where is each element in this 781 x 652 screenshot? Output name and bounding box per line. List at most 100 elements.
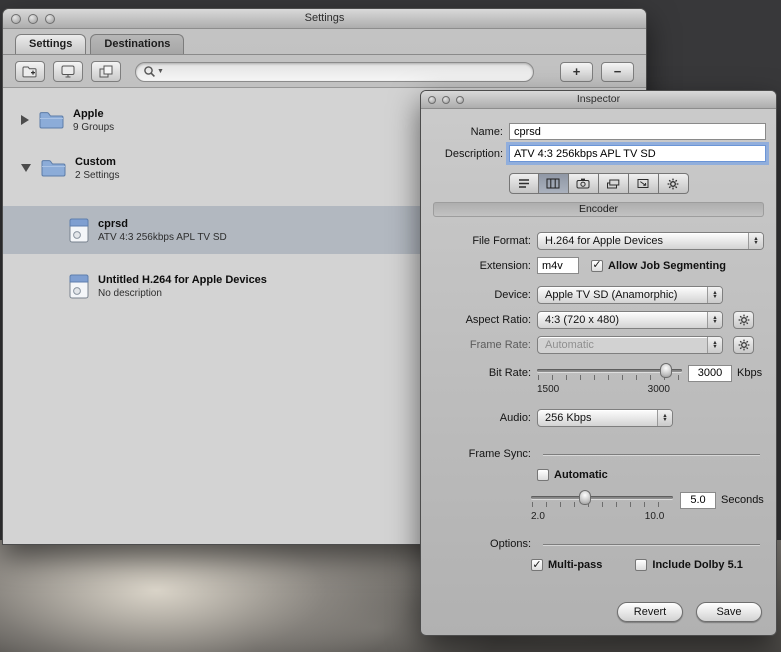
pane-actions-button[interactable]	[659, 173, 689, 194]
tab-settings[interactable]: Settings	[15, 34, 86, 54]
pane-frame-controls-button[interactable]	[569, 173, 599, 194]
popup-arrows-icon: ▲▼	[657, 410, 672, 426]
inspector-titlebar[interactable]: Inspector	[421, 91, 776, 109]
frame-sync-auto-label: Automatic	[554, 469, 608, 481]
extension-label: Extension:	[431, 260, 531, 272]
apply-setting-button[interactable]	[53, 61, 83, 82]
description-label: Description:	[431, 148, 503, 160]
inspector-content: Name: Description:	[421, 109, 776, 635]
description-field[interactable]	[509, 145, 766, 162]
folder-icon	[41, 159, 66, 177]
popup-arrows-icon: ▲▼	[748, 233, 763, 249]
bit-rate-label: Bit Rate:	[431, 367, 531, 379]
disclosure-open-icon[interactable]	[21, 164, 31, 172]
pane-filters-button[interactable]	[599, 173, 629, 194]
job-segmenting-checkbox[interactable]	[591, 260, 603, 272]
bit-rate-slider-thumb[interactable]	[660, 363, 672, 378]
summary-icon	[517, 178, 531, 189]
pane-geometry-button[interactable]	[629, 173, 659, 194]
aspect-ratio-gear-button[interactable]	[733, 311, 754, 329]
frame-sync-slider-thumb[interactable]	[579, 490, 591, 505]
new-group-button[interactable]	[15, 61, 45, 82]
settings-toolbar: ▼ + −	[3, 55, 646, 89]
file-format-label: File Format:	[431, 235, 531, 247]
settings-tabbar: Settings Destinations	[3, 29, 646, 55]
save-button[interactable]: Save	[696, 602, 762, 622]
frame-sync-field[interactable]	[680, 492, 716, 509]
divider	[543, 454, 760, 455]
search-icon	[143, 65, 156, 78]
device-popup[interactable]: Apple TV SD (Anamorphic) ▲▼	[537, 286, 723, 304]
settings-titlebar[interactable]: Settings	[3, 9, 646, 29]
slider-ticks	[532, 502, 672, 507]
device-label: Device:	[431, 289, 531, 301]
file-format-popup[interactable]: H.264 for Apple Devices ▲▼	[537, 232, 764, 250]
pane-selector	[509, 173, 689, 194]
camera-icon	[576, 178, 590, 189]
extension-field[interactable]	[537, 257, 579, 274]
job-segmenting-label: Allow Job Segmenting	[608, 260, 726, 272]
settings-window-title: Settings	[3, 12, 646, 24]
desktop: Settings Settings Destinations ▼ + −	[0, 0, 781, 652]
disclosure-closed-icon[interactable]	[21, 115, 29, 125]
revert-button[interactable]: Revert	[617, 602, 683, 622]
audio-row: Audio: 256 Kbps ▲▼	[431, 409, 766, 427]
frame-sync-scale: 2.0 10.0	[531, 511, 673, 523]
frame-sync-label: Frame Sync:	[431, 448, 531, 460]
remove-setting-button[interactable]: −	[601, 62, 634, 82]
search-input[interactable]	[168, 66, 523, 78]
bit-rate-field[interactable]	[688, 365, 732, 382]
frame-sync-slider[interactable]	[531, 490, 673, 510]
duplicate-button[interactable]	[91, 61, 121, 82]
gear-icon	[738, 339, 750, 351]
gear-icon	[667, 178, 679, 190]
frame-sync-slider-row: Seconds	[531, 490, 766, 510]
frame-rate-row: Frame Rate: Automatic ▲▼	[431, 336, 766, 354]
setting-detail: No description	[98, 288, 267, 299]
aspect-ratio-popup[interactable]: 4:3 (720 x 480) ▲▼	[537, 311, 723, 329]
bit-rate-slider[interactable]	[537, 363, 682, 383]
search-scope-arrow-icon[interactable]: ▼	[157, 68, 164, 75]
pane-summary-button[interactable]	[509, 173, 539, 194]
group-name: Custom	[75, 156, 119, 168]
name-row: Name:	[431, 123, 766, 140]
multi-pass-checkbox[interactable]	[531, 559, 543, 571]
gear-icon	[738, 314, 750, 326]
new-group-folder-icon	[22, 65, 38, 78]
extension-row: Extension: Allow Job Segmenting	[431, 257, 766, 274]
name-field[interactable]	[509, 123, 766, 140]
bit-rate-row: Bit Rate: Kbps	[431, 363, 766, 383]
frame-sync-auto-row: Automatic	[537, 469, 766, 481]
file-format-row: File Format: H.264 for Apple Devices ▲▼	[431, 232, 766, 250]
group-detail: 9 Groups	[73, 122, 114, 133]
slider-track	[531, 496, 673, 499]
audio-popup[interactable]: 256 Kbps ▲▼	[537, 409, 673, 427]
layers-icon	[606, 178, 620, 189]
frame-rate-gear-button[interactable]	[733, 336, 754, 354]
inspector-buttons: Revert Save	[617, 602, 762, 622]
preset-icon	[69, 274, 89, 299]
add-setting-button[interactable]: +	[560, 62, 593, 82]
pane-encoder-button[interactable]	[539, 173, 569, 194]
frame-rate-popup[interactable]: Automatic ▲▼	[537, 336, 723, 354]
dolby-checkbox[interactable]	[635, 559, 647, 571]
preset-icon	[69, 218, 89, 243]
group-detail: 2 Settings	[75, 170, 119, 181]
popup-arrows-icon: ▲▼	[707, 287, 722, 303]
duplicate-icon	[99, 65, 113, 78]
options-row: Multi-pass Include Dolby 5.1	[531, 559, 766, 571]
slider-ticks	[538, 375, 681, 380]
bit-rate-scale: 1500 3000	[537, 384, 682, 396]
name-label: Name:	[431, 126, 503, 138]
frame-sync-auto-checkbox[interactable]	[537, 469, 549, 481]
audio-label: Audio:	[431, 412, 531, 424]
popup-arrows-icon: ▲▼	[707, 337, 722, 353]
encoder-icon	[546, 178, 560, 189]
display-icon	[61, 65, 75, 78]
options-label: Options:	[431, 538, 531, 550]
search-field[interactable]: ▼	[135, 62, 534, 82]
pane-title: Encoder	[433, 202, 764, 217]
aspect-ratio-row: Aspect Ratio: 4:3 (720 x 480) ▲▼	[431, 311, 766, 329]
dolby-label: Include Dolby 5.1	[652, 559, 742, 571]
tab-destinations[interactable]: Destinations	[90, 34, 184, 54]
